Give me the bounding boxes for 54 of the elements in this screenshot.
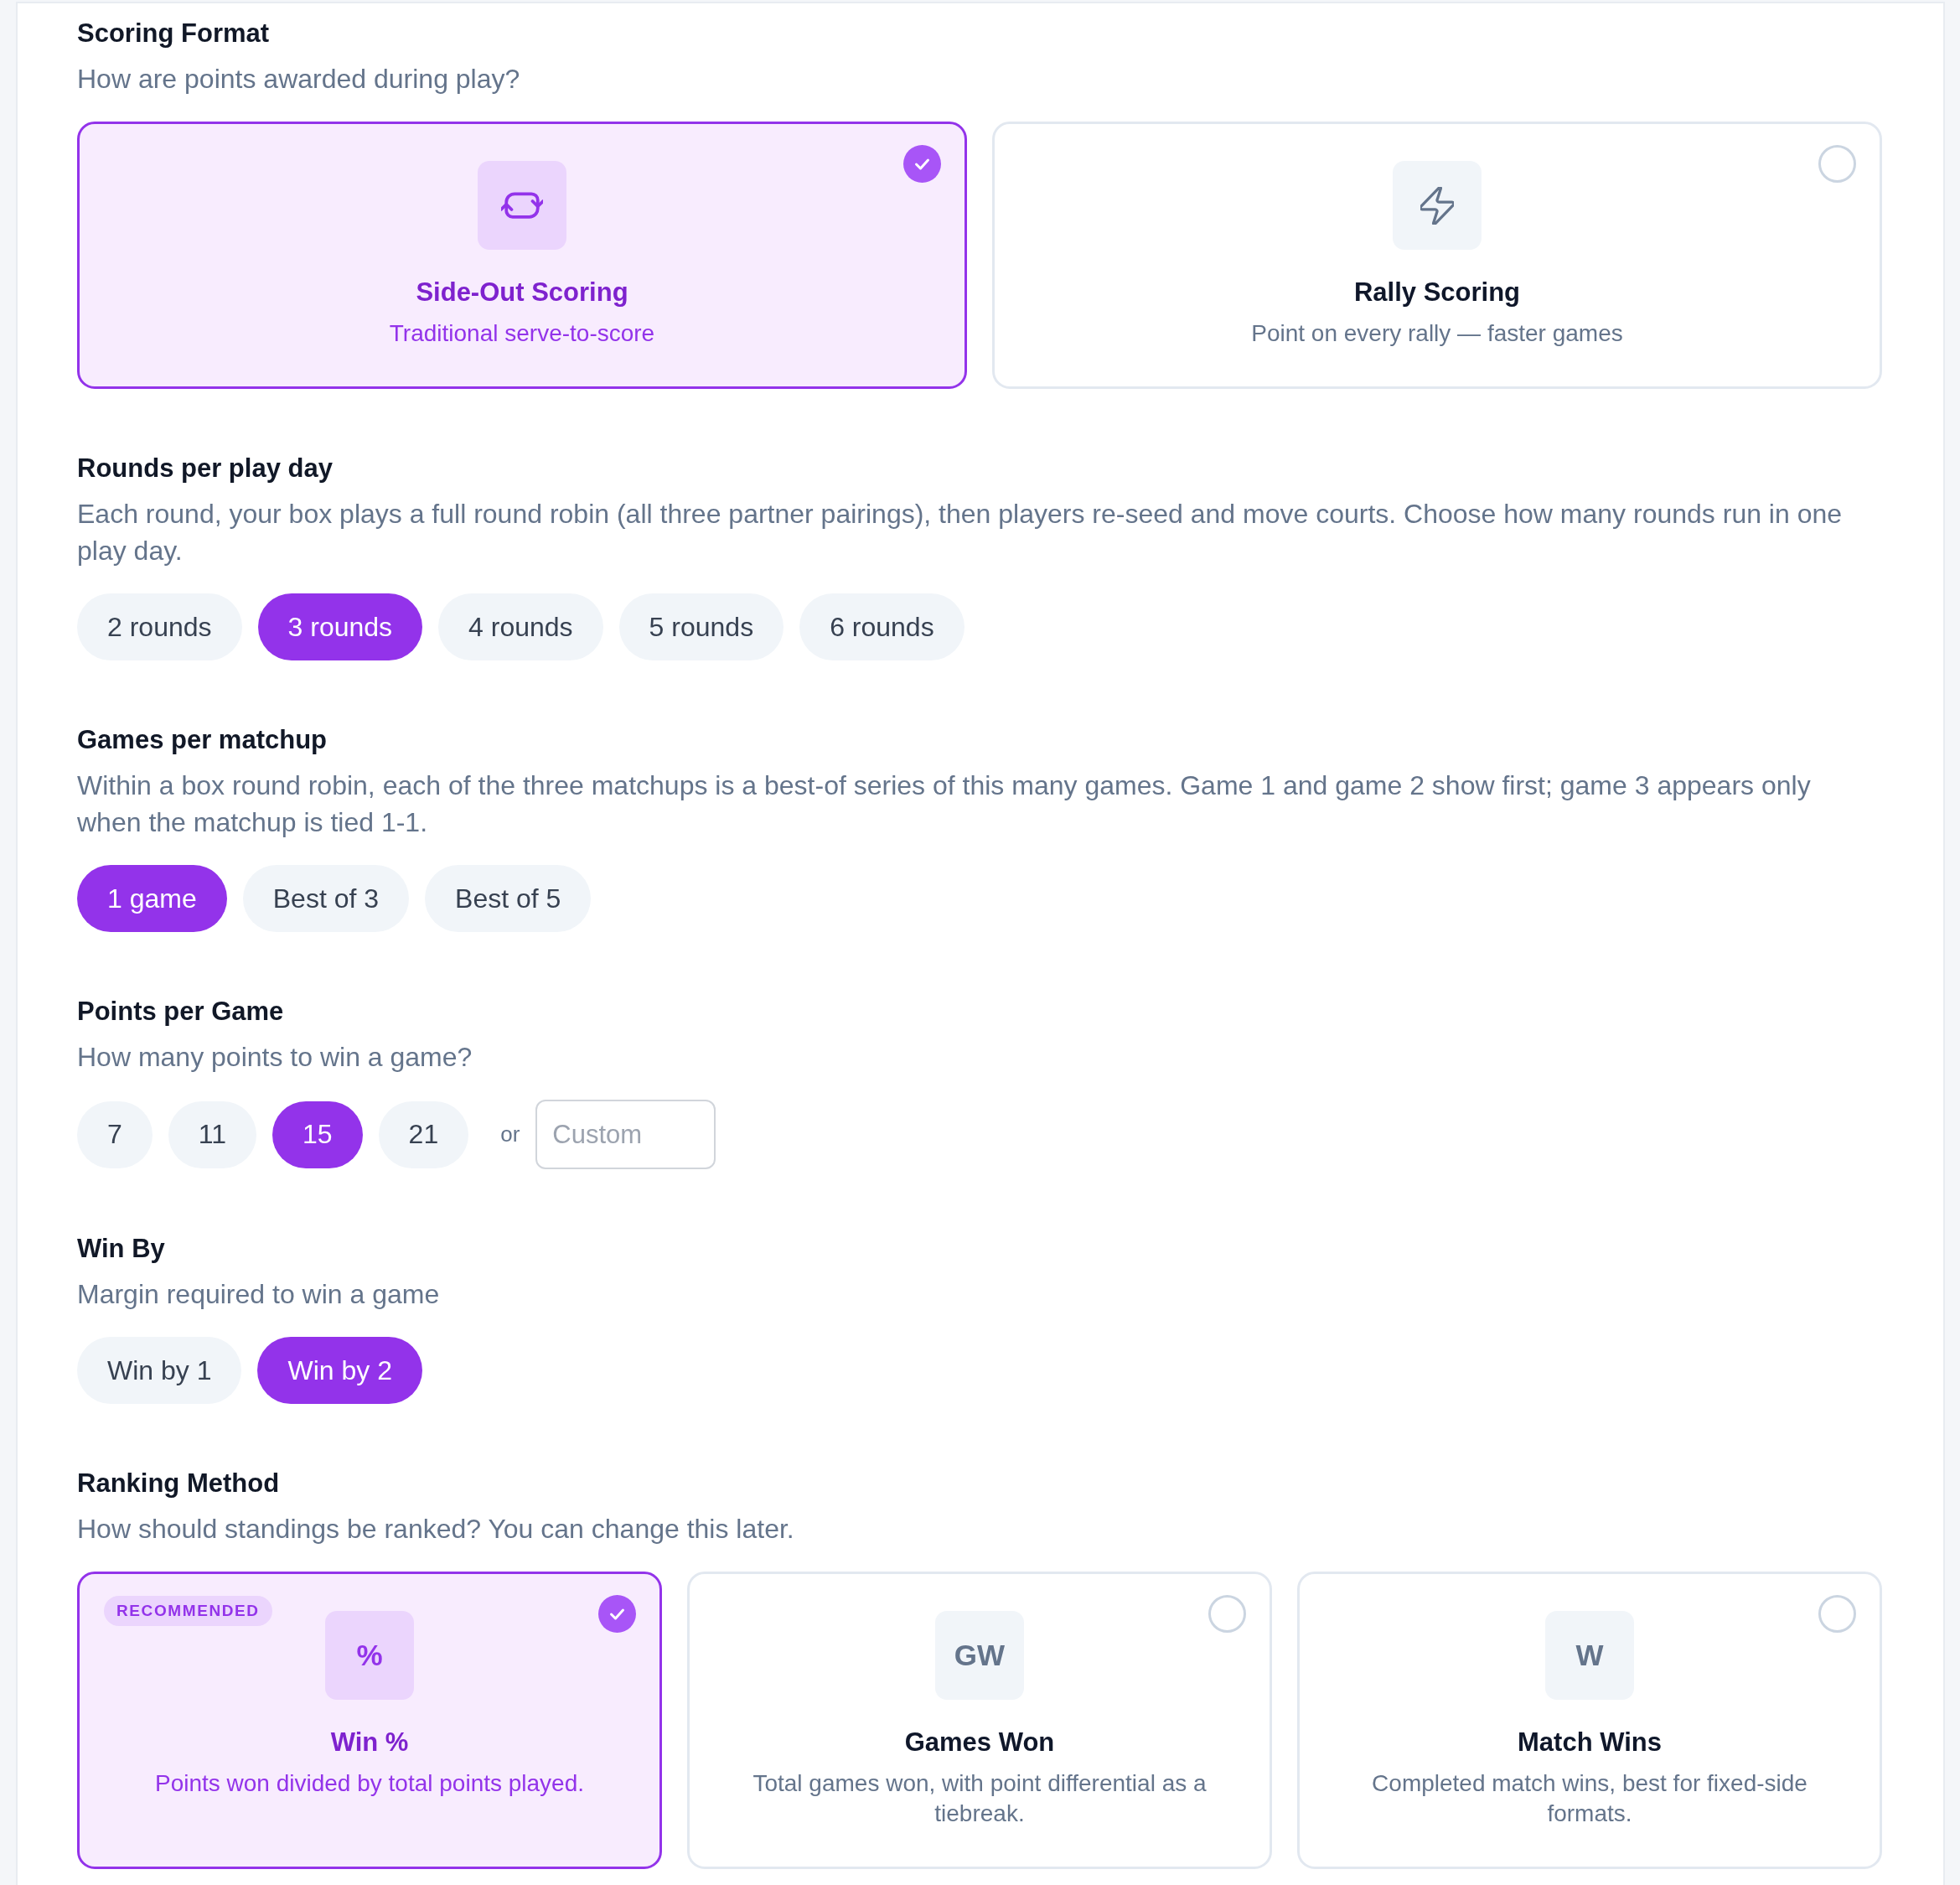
method-abbreviation: % bbox=[325, 1611, 414, 1700]
option-card[interactable]: Rally Scoring Point on every rally — faster games bbox=[992, 122, 1882, 389]
section-heading: Rounds per play day bbox=[77, 453, 334, 484]
separator-text: or bbox=[500, 1121, 520, 1147]
option-button[interactable]: 7 bbox=[77, 1100, 153, 1168]
option-button[interactable]: Best of 5 bbox=[425, 865, 592, 932]
option-description: Points won divided by total points played. bbox=[154, 1769, 585, 1798]
section-heading: Ranking Method bbox=[77, 1468, 281, 1499]
option-button[interactable]: 21 bbox=[378, 1100, 469, 1168]
check-circle-icon bbox=[598, 1595, 636, 1633]
option-description: Point on every rally — faster games bbox=[1251, 319, 1623, 348]
option-card[interactable]: RECOMMENDED % Win % Points won divided by total points played. bbox=[77, 1572, 662, 1869]
section-description: Within a box round robin, each of the three matchups is a best-of series of this many games. Game 1 and game 2 show first; game 3 appears only when the matchup is tied 1-1. bbox=[77, 769, 1812, 839]
option-button[interactable]: 11 bbox=[168, 1100, 256, 1168]
option-button[interactable]: 4 rounds bbox=[438, 593, 603, 660]
option-description: Total games won, with point differential as a tiebreak. bbox=[752, 1769, 1208, 1828]
option-description: Traditional serve-to-score bbox=[389, 319, 655, 348]
option-description: Completed match wins, best for fixed-side formats. bbox=[1371, 1769, 1808, 1828]
recommended-badge: RECOMMENDED bbox=[104, 1596, 272, 1626]
section-heading: Scoring Format bbox=[77, 18, 271, 49]
section-description: How should standings be ranked? You can change this later. bbox=[77, 1513, 795, 1546]
option-button[interactable]: 6 rounds bbox=[799, 593, 964, 660]
section-description: How many points to win a game? bbox=[77, 1041, 473, 1074]
option-button[interactable]: 5 rounds bbox=[618, 593, 784, 660]
check-circle-icon bbox=[903, 145, 941, 183]
radio-circle-icon bbox=[1208, 1595, 1246, 1633]
method-abbreviation: W bbox=[1545, 1611, 1634, 1700]
section-description: Each round, your box plays a full round robin (all three partner pairings), then players re-seed and move courts. Choose how many rounds run in one play day. bbox=[77, 498, 1844, 567]
option-card[interactable]: GW Games Won Total games won, with point differential as a tiebreak. bbox=[687, 1572, 1272, 1869]
radio-circle-icon bbox=[1818, 145, 1856, 183]
option-button[interactable]: 3 rounds bbox=[257, 593, 423, 660]
section-description: Margin required to win a game bbox=[77, 1278, 441, 1311]
section-heading: Games per matchup bbox=[77, 724, 328, 756]
option-card[interactable]: Side-Out Scoring Traditional serve-to-score bbox=[77, 122, 967, 389]
option-title: Games Won bbox=[904, 1727, 1055, 1758]
option-title: Side-Out Scoring bbox=[416, 277, 628, 308]
radio-circle-icon bbox=[1818, 1595, 1856, 1633]
option-button[interactable]: Win by 2 bbox=[257, 1337, 422, 1404]
option-title: Win % bbox=[330, 1727, 409, 1758]
method-abbreviation: GW bbox=[935, 1611, 1024, 1700]
option-button[interactable]: Best of 3 bbox=[242, 865, 410, 932]
option-button[interactable]: Win by 1 bbox=[77, 1337, 242, 1404]
section-heading: Points per Game bbox=[77, 996, 285, 1028]
lightning-icon bbox=[1393, 161, 1482, 250]
option-button[interactable]: 2 rounds bbox=[77, 593, 242, 660]
option-button[interactable]: 15 bbox=[272, 1100, 363, 1168]
option-title: Match Wins bbox=[1518, 1727, 1662, 1758]
option-button[interactable]: 1 game bbox=[77, 865, 227, 932]
section-heading: Win By bbox=[77, 1233, 166, 1265]
option-card[interactable]: W Match Wins Completed match wins, best for fixed-side formats. bbox=[1297, 1572, 1882, 1869]
refresh-arrows-icon bbox=[478, 161, 566, 250]
custom-points-input[interactable]: Custom bbox=[535, 1100, 716, 1169]
section-description: How are points awarded during play? bbox=[77, 63, 521, 96]
option-title: Rally Scoring bbox=[1353, 277, 1521, 308]
